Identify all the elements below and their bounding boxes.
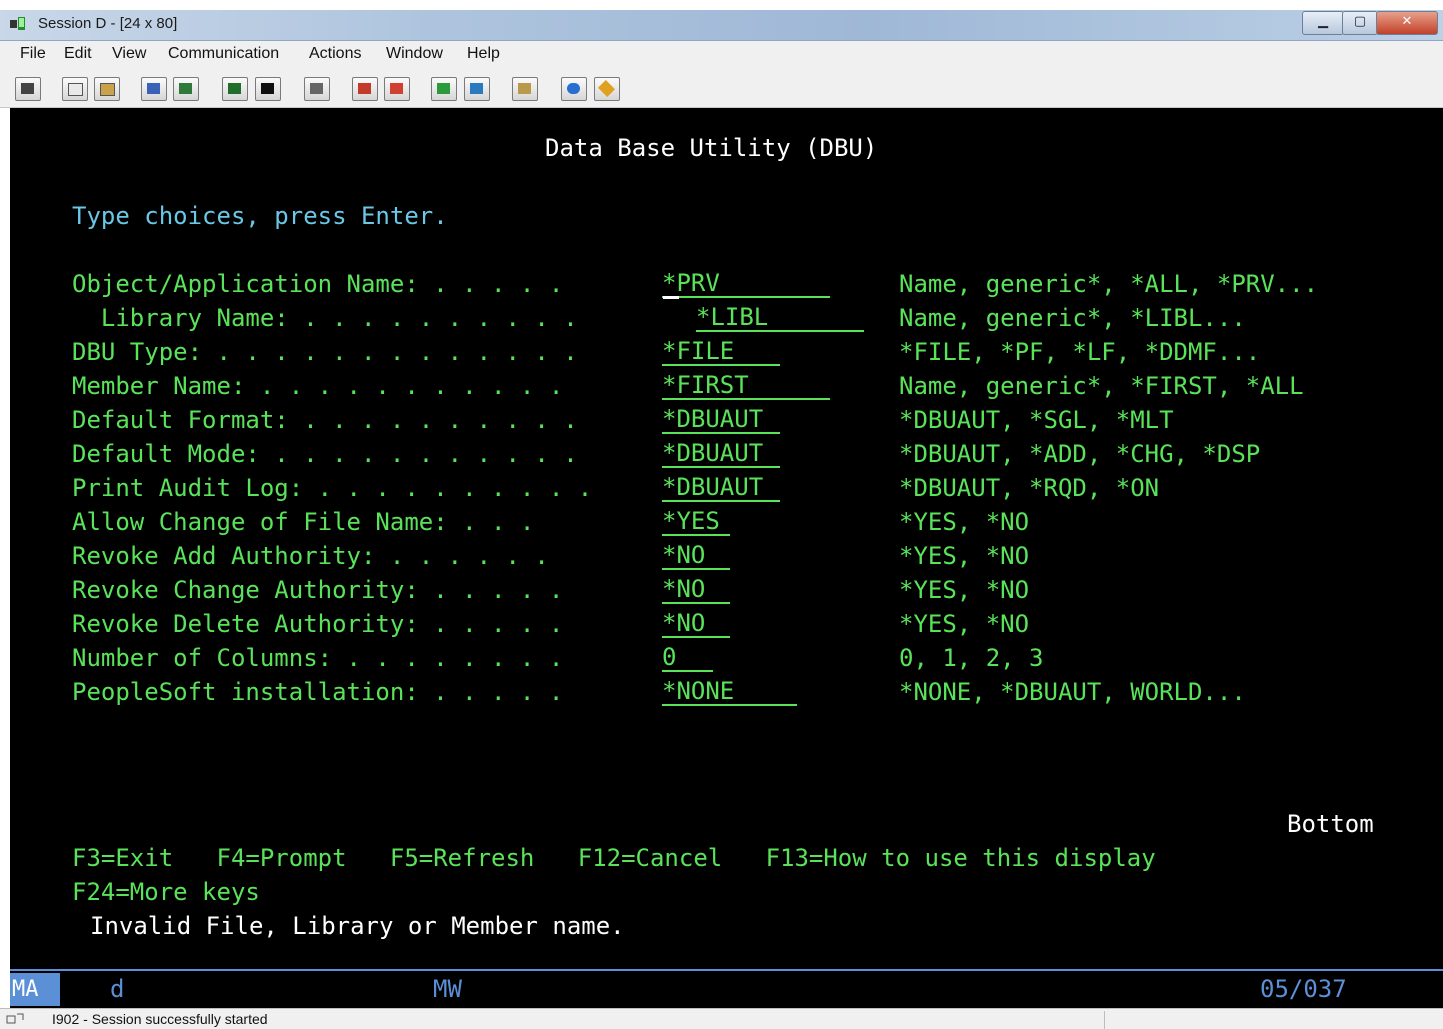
menu-window[interactable]: Window bbox=[386, 45, 443, 63]
allow-change-file-name-input[interactable]: *YES bbox=[662, 506, 730, 536]
status-bar: I902 - Session successfully started bbox=[0, 1008, 1443, 1029]
record-macro-icon[interactable] bbox=[352, 77, 378, 101]
library-name-input[interactable]: *LIBL bbox=[696, 302, 864, 332]
field-label: Print Audit Log: . . . . . . . . . . bbox=[72, 474, 593, 502]
field-label: Member Name: . . . . . . . . . . . bbox=[72, 372, 564, 400]
stop-macro-icon[interactable] bbox=[384, 77, 410, 101]
oia-mode-indicator: MA bbox=[10, 973, 60, 1006]
oia-cursor-position: 05/037 bbox=[1260, 975, 1347, 1003]
field-label: Default Mode: . . . . . . . . . . . bbox=[72, 440, 578, 468]
menu-actions[interactable]: Actions bbox=[309, 45, 361, 63]
field-label: Library Name: . . . . . . . . . . bbox=[72, 304, 578, 332]
map-icon[interactable] bbox=[594, 77, 620, 101]
copy-icon[interactable] bbox=[62, 77, 88, 101]
menu-communication[interactable]: Communication bbox=[168, 45, 279, 63]
field-hint: *NONE, *DBUAUT, WORLD... bbox=[899, 678, 1246, 706]
oia-session-letter: d bbox=[110, 975, 125, 1003]
operator-information-area: MA d MW 05/037 bbox=[10, 971, 1443, 1008]
field-hint: Name, generic*, *ALL, *PRV... bbox=[899, 270, 1319, 298]
run-macro-icon[interactable] bbox=[464, 77, 490, 101]
peoplesoft-installation-input[interactable]: *NONE bbox=[662, 676, 797, 706]
error-message: Invalid File, Library or Member name. bbox=[90, 912, 625, 940]
print-screen-icon[interactable] bbox=[15, 77, 41, 101]
receive-icon[interactable] bbox=[173, 77, 199, 101]
field-hint: *YES, *NO bbox=[899, 610, 1030, 638]
close-button[interactable]: ✕ bbox=[1376, 11, 1438, 35]
status-message: I902 - Session successfully started bbox=[52, 1011, 268, 1027]
play-macro-icon[interactable] bbox=[431, 77, 457, 101]
field-hint: *YES, *NO bbox=[899, 542, 1030, 570]
field-label: Revoke Delete Authority: . . . . . bbox=[72, 610, 564, 638]
field-hint: Name, generic*, *FIRST, *ALL bbox=[899, 372, 1304, 400]
window-title-bar[interactable]: Session D - [24 x 80] ▁ ▢ ✕ bbox=[0, 10, 1443, 41]
session-app-icon bbox=[10, 17, 25, 30]
field-label: Default Format: . . . . . . . . . . bbox=[72, 406, 578, 434]
member-name-input[interactable]: *FIRST bbox=[662, 370, 830, 400]
field-hint: *DBUAUT, *SGL, *MLT bbox=[899, 406, 1174, 434]
menu-view[interactable]: View bbox=[112, 45, 146, 63]
field-label: Object/Application Name: . . . . . bbox=[72, 270, 564, 298]
connection-status-icon bbox=[6, 1013, 24, 1024]
object-name-input[interactable]: *PRV bbox=[662, 268, 830, 298]
field-hint: *FILE, *PF, *LF, *DDMF... bbox=[899, 338, 1261, 366]
screen-title: Data Base Utility (DBU) bbox=[545, 134, 878, 162]
send-icon[interactable] bbox=[141, 77, 167, 101]
field-label: DBU Type: . . . . . . . . . . . . . bbox=[72, 338, 578, 366]
clipboard-icon[interactable] bbox=[512, 77, 538, 101]
field-hint: *YES, *NO bbox=[899, 508, 1030, 536]
instruction-text: Type choices, press Enter. bbox=[72, 202, 448, 230]
keypad-icon[interactable] bbox=[255, 77, 281, 101]
terminal-screen[interactable]: Data Base Utility (DBU) Type choices, pr… bbox=[10, 108, 1443, 970]
menu-help[interactable]: Help bbox=[467, 45, 500, 63]
menu-edit[interactable]: Edit bbox=[64, 45, 92, 63]
status-divider bbox=[1104, 1011, 1105, 1029]
field-hint: *DBUAUT, *RQD, *ON bbox=[899, 474, 1160, 502]
window-title: Session D - [24 x 80] bbox=[38, 15, 178, 32]
paste-icon[interactable] bbox=[94, 77, 120, 101]
minimize-button[interactable]: ▁ bbox=[1302, 11, 1344, 35]
field-label: Allow Change of File Name: . . . bbox=[72, 508, 535, 536]
field-label: Revoke Change Authority: . . . . . bbox=[72, 576, 564, 604]
revoke-delete-authority-input[interactable]: *NO bbox=[662, 608, 730, 638]
function-keys-line-1[interactable]: F3=Exit F4=Prompt F5=Refresh F12=Cancel … bbox=[72, 843, 1156, 873]
page-top-strip bbox=[0, 0, 1443, 10]
macro-icon[interactable] bbox=[304, 77, 330, 101]
field-hint: *YES, *NO bbox=[899, 576, 1030, 604]
text-cursor bbox=[663, 296, 679, 299]
revoke-change-authority-input[interactable]: *NO bbox=[662, 574, 730, 604]
revoke-add-authority-input[interactable]: *NO bbox=[662, 540, 730, 570]
oia-status: MW bbox=[433, 975, 462, 1003]
display-icon[interactable] bbox=[222, 77, 248, 101]
field-hint: *DBUAUT, *ADD, *CHG, *DSP bbox=[899, 440, 1261, 468]
field-hint: 0, 1, 2, 3 bbox=[899, 644, 1044, 672]
number-of-columns-input[interactable]: 0 bbox=[662, 642, 713, 672]
default-mode-input[interactable]: *DBUAUT bbox=[662, 438, 780, 468]
default-format-input[interactable]: *DBUAUT bbox=[662, 404, 780, 434]
maximize-button[interactable]: ▢ bbox=[1342, 11, 1378, 35]
field-label: PeopleSoft installation: . . . . . bbox=[72, 678, 564, 706]
function-keys-line-2[interactable]: F24=More keys bbox=[72, 877, 260, 907]
field-label: Number of Columns: . . . . . . . . bbox=[72, 644, 564, 672]
menu-file[interactable]: File bbox=[20, 45, 46, 63]
dbu-type-input[interactable]: *FILE bbox=[662, 336, 780, 366]
field-hint: Name, generic*, *LIBL... bbox=[899, 304, 1246, 332]
toolbar bbox=[0, 69, 1443, 108]
print-audit-log-input[interactable]: *DBUAUT bbox=[662, 472, 780, 502]
bottom-indicator: Bottom bbox=[1287, 810, 1374, 838]
menu-bar: File Edit View Communication Actions Win… bbox=[0, 41, 1443, 69]
field-label: Revoke Add Authority: . . . . . . bbox=[72, 542, 549, 570]
globe-icon[interactable] bbox=[561, 77, 587, 101]
